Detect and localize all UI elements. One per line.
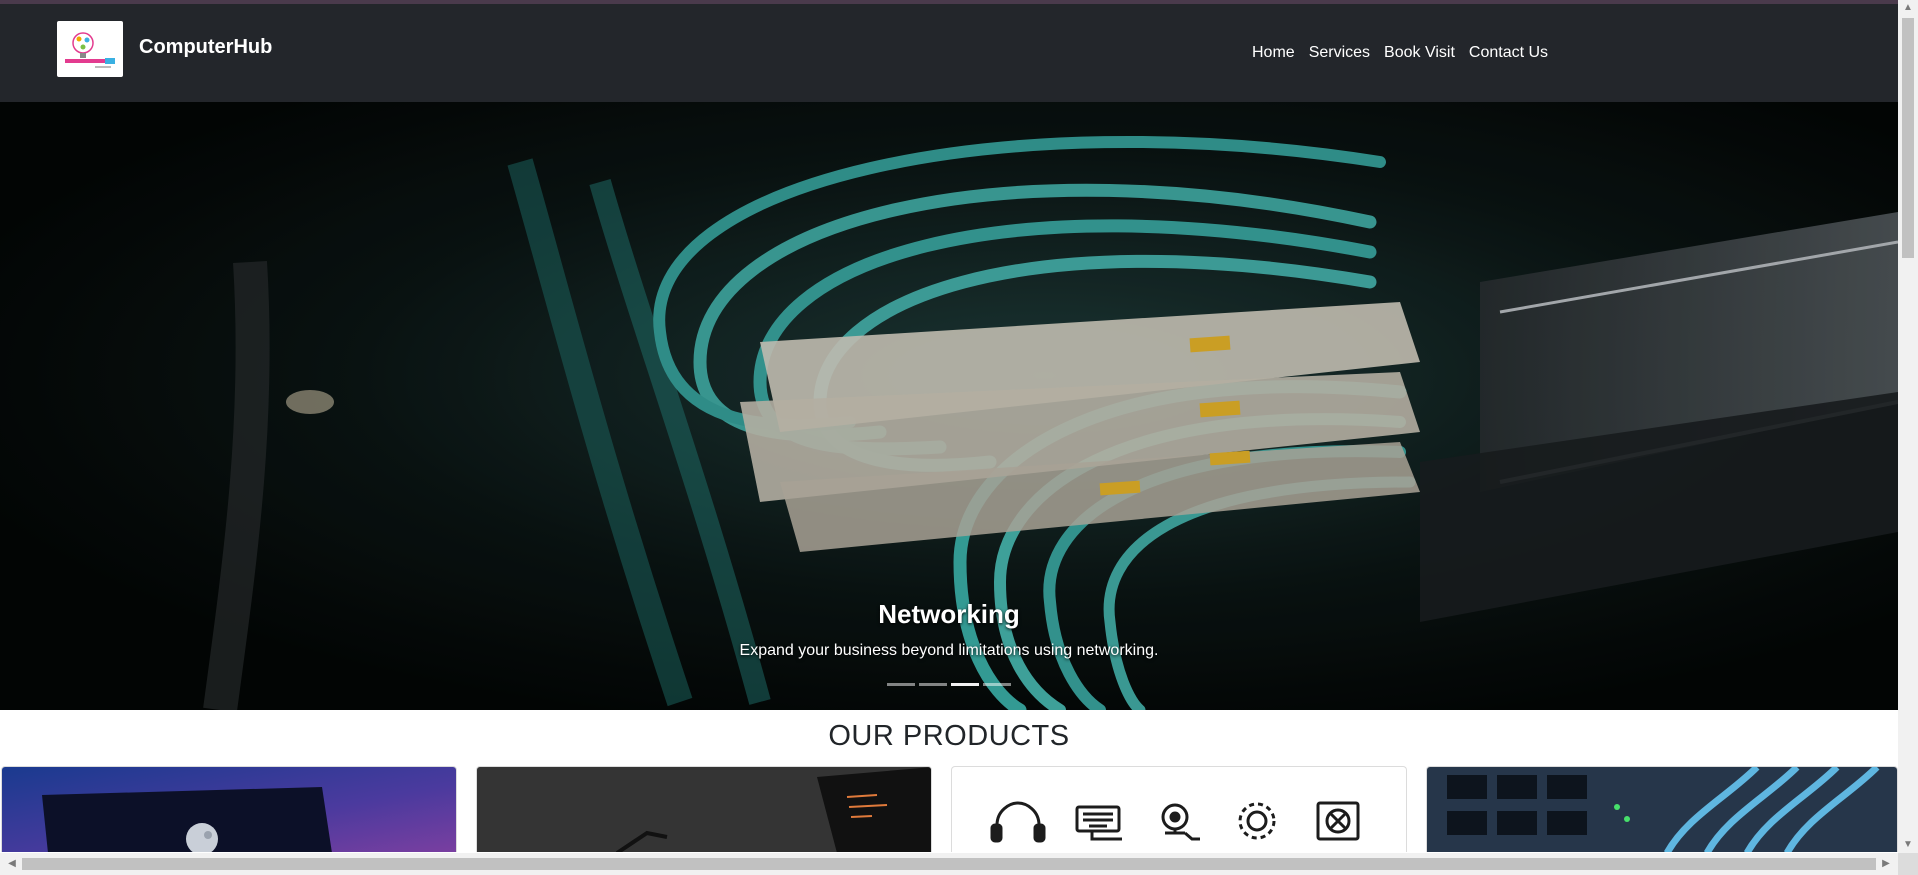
webcam-icon [1161,803,1200,841]
hero-caption: Networking Expand your business beyond l… [0,599,1898,660]
product-card-2[interactable] [476,766,932,852]
navbar: ComputerHub Home Services Book Visit Con… [0,4,1898,102]
hero-text: Expand your business beyond limitations … [739,642,1159,659]
vertical-scrollbar[interactable]: ▲ ▼ [1898,0,1918,853]
scroll-up-arrow-icon[interactable]: ▲ [1898,3,1918,13]
brand-logo[interactable] [57,21,123,77]
carousel-indicator-2[interactable] [919,683,947,686]
headphones-icon [990,801,1046,843]
products-title: OUR PRODUCTS [828,720,1070,752]
nav-home[interactable]: Home [1245,44,1302,62]
product-image-code-laptop [477,767,931,852]
product-image-laptop [2,767,456,852]
carousel-indicator-4[interactable] [983,683,1011,686]
product-card-1[interactable] [1,766,457,852]
scroll-right-arrow-icon[interactable]: ▶ [1876,859,1896,869]
gear-icon [1238,802,1276,840]
brand-name[interactable]: ComputerHub [139,36,272,59]
main-nav: Home Services Book Visit Contact Us [1245,44,1555,62]
nav-book-visit[interactable]: Book Visit [1377,44,1462,62]
speaker-icon [1316,801,1360,841]
keyboard-icon [1075,805,1122,841]
vertical-scrollbar-thumb[interactable] [1902,18,1914,258]
scrollbar-corner [1898,853,1918,875]
product-image-switch [1427,767,1897,852]
product-card-3[interactable] [951,766,1407,852]
hero-carousel[interactable]: Networking Expand your business beyond l… [0,102,1898,710]
product-card-4[interactable] [1426,766,1898,852]
accessory-icons [990,801,1360,843]
nav-contact-us[interactable]: Contact Us [1462,44,1555,62]
horizontal-scrollbar[interactable]: ◀ ▶ [0,853,1918,875]
hero-title: Networking [878,599,1020,629]
scroll-down-arrow-icon[interactable]: ▼ [1898,840,1918,850]
carousel-indicator-3[interactable] [951,683,979,686]
carousel-indicators [0,683,1898,686]
horizontal-scrollbar-thumb[interactable] [22,858,1876,870]
carousel-indicator-1[interactable] [887,683,915,686]
scroll-left-arrow-icon[interactable]: ◀ [2,859,22,869]
nav-services[interactable]: Services [1302,44,1377,62]
products-row [0,766,1898,852]
